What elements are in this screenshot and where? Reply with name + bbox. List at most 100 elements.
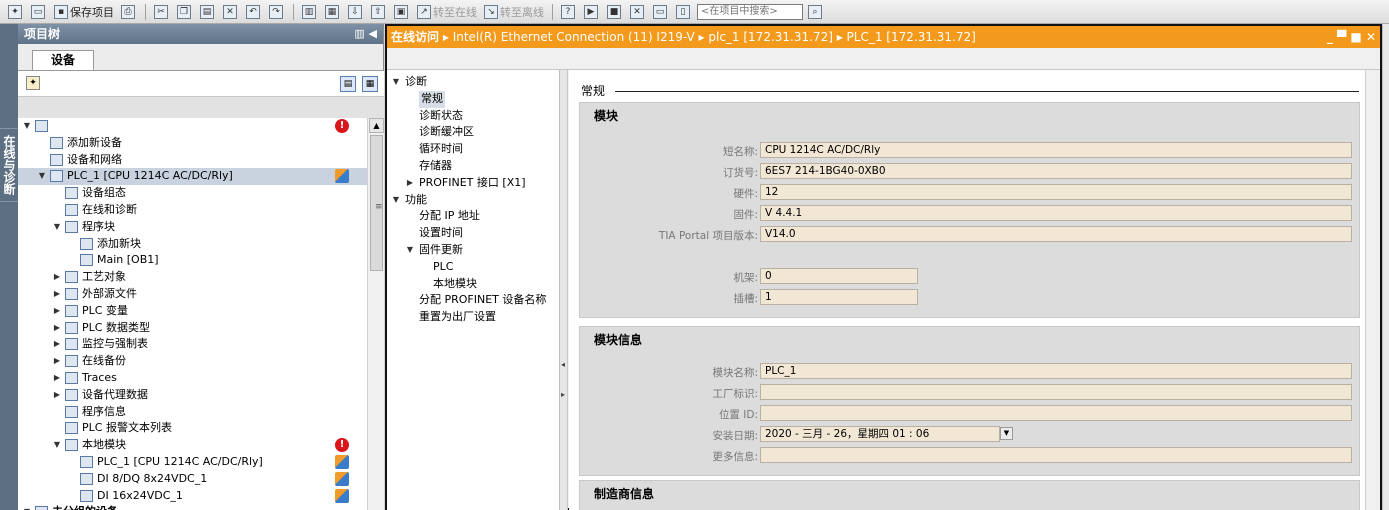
tree-item[interactable]: DI 16x24VDC_1 xyxy=(18,488,367,505)
devices-tab[interactable]: 设备 xyxy=(32,50,94,70)
tree-item[interactable]: 添加新设备 xyxy=(18,135,367,152)
tree-item[interactable]: ▼ 程序块 xyxy=(18,219,367,236)
nav-item[interactable]: ▶ PROFINET 接口 [X1] xyxy=(387,175,559,192)
tree-item[interactable]: ▶ 设备代理数据 xyxy=(18,387,367,404)
compile-button[interactable]: ▦ xyxy=(323,3,343,21)
split-vertical-button[interactable]: ▯ xyxy=(674,3,694,21)
tree-item[interactable]: ▼ 未分组的设备 xyxy=(18,504,367,510)
splitter-right-icon[interactable]: ▸ xyxy=(561,390,565,399)
nav-item[interactable]: 循环时间 xyxy=(387,141,559,158)
expand-right-icon[interactable]: ▶ xyxy=(52,303,62,320)
nav-splitter[interactable]: ◂ ▸ xyxy=(560,70,568,510)
tree-item[interactable]: ▶ PLC 变量 xyxy=(18,303,367,320)
tree-item[interactable]: Main [OB1] xyxy=(18,252,367,269)
add-new-icon[interactable]: ✦ xyxy=(26,76,40,90)
nav-item[interactable]: PLC xyxy=(387,259,559,276)
field-value[interactable]: 6ES7 214-1BG40-0XB0 xyxy=(760,163,1352,179)
tree-item[interactable]: PLC_1 [CPU 1214C AC/DC/Rly] xyxy=(18,454,367,471)
cut-button[interactable]: ✂ xyxy=(152,3,172,21)
expand-down-icon[interactable]: ▼ xyxy=(22,118,32,135)
download-button[interactable]: ⇩ xyxy=(346,3,366,21)
field-value[interactable]: V 4.4.1 xyxy=(760,205,1352,221)
redo-button[interactable]: ↷ xyxy=(267,3,287,21)
expand-right-icon[interactable]: ▶ xyxy=(52,286,62,303)
field-value[interactable]: CPU 1214C AC/DC/Rly xyxy=(760,142,1352,158)
undo-button[interactable]: ↶ xyxy=(244,3,264,21)
go-offline-button[interactable]: ↘ 转至离线 xyxy=(482,3,546,21)
split-editor-button[interactable]: ▥ xyxy=(300,3,320,21)
nav-item[interactable]: 设置时间 xyxy=(387,225,559,242)
tree-item[interactable]: ▶ 监控与强制表 xyxy=(18,336,367,353)
field-value[interactable]: V14.0 xyxy=(760,226,1352,242)
tree-item[interactable]: ▶ 在线备份 xyxy=(18,353,367,370)
tree-item[interactable]: ▼! xyxy=(18,118,367,135)
splitter-left-icon[interactable]: ◂ xyxy=(561,360,565,369)
paste-button[interactable]: ▤ xyxy=(198,3,218,21)
tree-item[interactable]: DI 8/DQ 8x24VDC_1 xyxy=(18,471,367,488)
copy-button[interactable]: ❐ xyxy=(175,3,195,21)
expand-down-icon[interactable]: ▼ xyxy=(52,219,62,236)
expand-right-icon[interactable]: ▶ xyxy=(52,320,62,337)
collapse-panel-button[interactable]: ▥ ◀ xyxy=(354,24,377,44)
field-value[interactable]: 1 xyxy=(760,289,918,305)
tree-options-icon[interactable]: ▦ xyxy=(362,76,378,92)
expand-right-icon[interactable]: ▶ xyxy=(52,370,62,387)
nav-item[interactable]: 分配 PROFINET 设备名称 xyxy=(387,292,559,309)
content-scrollbar[interactable] xyxy=(1365,70,1380,510)
expand-down-icon[interactable]: ▼ xyxy=(37,168,47,185)
field-value[interactable] xyxy=(760,405,1352,421)
project-search-input[interactable] xyxy=(697,3,803,20)
nav-item[interactable]: 存储器 xyxy=(387,158,559,175)
nav-item[interactable]: 分配 IP 地址 xyxy=(387,208,559,225)
tree-item[interactable]: ▶ 外部源文件 xyxy=(18,286,367,303)
accessible-devices-button[interactable]: ? xyxy=(559,3,579,21)
expand-right-icon[interactable]: ▶ xyxy=(52,353,62,370)
nav-item[interactable]: 重置为出厂设置 xyxy=(387,309,559,326)
field-value[interactable]: PLC_1 xyxy=(760,363,1352,379)
expand-down-icon[interactable]: ▼ xyxy=(405,242,415,259)
tree-item[interactable]: ▶ 工艺对象 xyxy=(18,269,367,286)
print-button[interactable]: ⎙ xyxy=(119,3,139,21)
scroll-thumb[interactable]: ≡ xyxy=(370,135,383,271)
expand-down-icon[interactable]: ▼ xyxy=(391,192,401,209)
tree-item[interactable]: ▶ PLC 数据类型 xyxy=(18,320,367,337)
delete-button[interactable]: ✕ xyxy=(221,3,241,21)
expand-right-icon[interactable]: ▶ xyxy=(52,336,62,353)
tree-item[interactable]: ▼ PLC_1 [CPU 1214C AC/DC/Rly] xyxy=(18,168,367,186)
cross-reference-button[interactable]: ✕ xyxy=(628,3,648,21)
window-controls[interactable]: _ ▀ ■ ✕ xyxy=(1327,26,1376,48)
expand-right-icon[interactable]: ▶ xyxy=(52,269,62,286)
save-project-button[interactable]: ▪ 保存项目 xyxy=(52,3,116,21)
expand-down-icon[interactable]: ▼ xyxy=(391,74,401,91)
tree-item[interactable]: 设备和网络 xyxy=(18,152,367,169)
start-cpu-button[interactable]: ▶ xyxy=(582,3,602,21)
nav-item[interactable]: 诊断缓冲区 xyxy=(387,124,559,141)
field-value[interactable]: 12 xyxy=(760,184,1352,200)
nav-item[interactable]: 诊断状态 xyxy=(387,108,559,125)
online-diagnostics-side-tab[interactable]: 在线与诊断 xyxy=(0,128,18,202)
expand-right-icon[interactable]: ▶ xyxy=(405,175,415,192)
tree-item[interactable]: 程序信息 xyxy=(18,404,367,421)
field-value[interactable] xyxy=(760,447,1352,463)
field-value[interactable]: 2020 - 三月 - 26，星期四 01 : 06 xyxy=(760,426,1000,442)
expand-right-icon[interactable]: ▶ xyxy=(52,387,62,404)
stop-cpu-button[interactable]: ■ xyxy=(605,3,625,21)
field-value[interactable] xyxy=(760,384,1352,400)
field-value[interactable]: 0 xyxy=(760,268,918,284)
tree-item[interactable]: PLC 报警文本列表 xyxy=(18,420,367,437)
tree-item[interactable]: 添加新块 xyxy=(18,236,367,253)
scroll-up-icon[interactable]: ▲ xyxy=(369,118,384,133)
expand-down-icon[interactable]: ▼ xyxy=(22,504,32,510)
nav-item[interactable]: ▼ 诊断 xyxy=(387,74,559,91)
overview-icon[interactable]: ▤ xyxy=(340,76,356,92)
project-tree-scrollbar[interactable]: ▲ ≡ xyxy=(367,118,384,510)
nav-item[interactable]: ▼ 功能 xyxy=(387,192,559,209)
nav-item[interactable]: ▼ 固件更新 xyxy=(387,242,559,259)
tree-item[interactable]: ▶ Traces xyxy=(18,370,367,387)
tree-item[interactable]: 设备组态 xyxy=(18,185,367,202)
search-button[interactable]: ⌕ xyxy=(806,3,826,21)
simulation-button[interactable]: ▣ xyxy=(392,3,412,21)
tree-item[interactable]: 在线和诊断 xyxy=(18,202,367,219)
upload-button[interactable]: ⇧ xyxy=(369,3,389,21)
tree-item[interactable]: ▼ 本地模块! xyxy=(18,437,367,454)
